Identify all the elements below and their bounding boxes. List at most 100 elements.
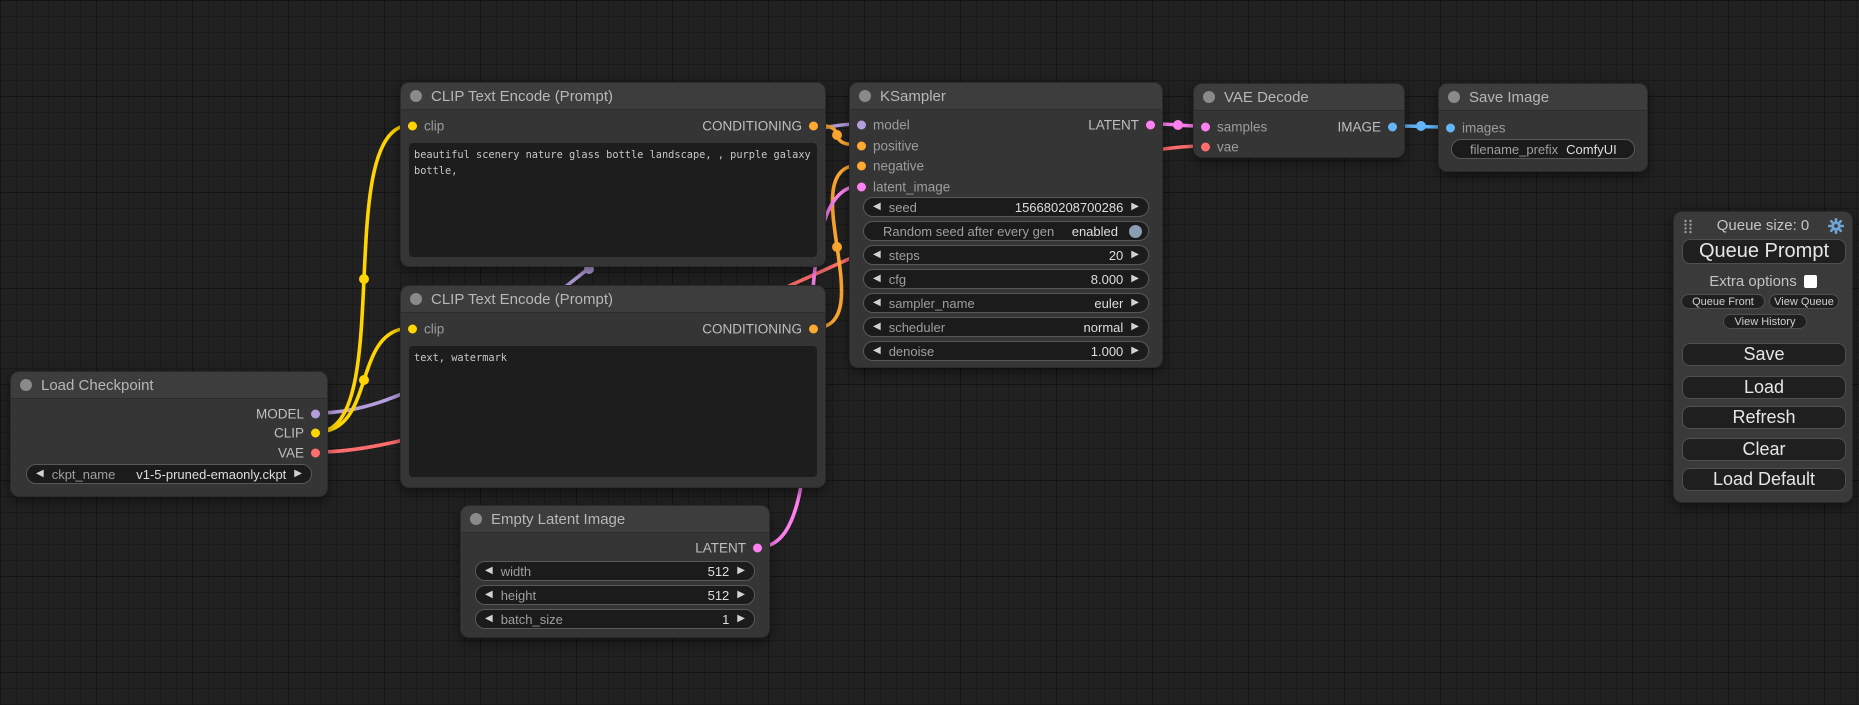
link-dot	[832, 242, 842, 252]
node-load-checkpoint[interactable]: Load Checkpoint MODEL CLIP VAE ◀ ckpt_na…	[10, 371, 328, 497]
widget-cfg[interactable]: ◀ cfg 8.000 ▶	[863, 269, 1149, 289]
widget-denoise[interactable]: ◀ denoise 1.000 ▶	[863, 341, 1149, 361]
arrow-right-icon[interactable]: ▶	[1131, 274, 1139, 284]
arrow-left-icon[interactable]: ◀	[873, 274, 881, 284]
widget-value: 20	[1109, 248, 1123, 263]
node-title-bar[interactable]: Empty Latent Image	[461, 506, 769, 533]
arrow-right-icon[interactable]: ▶	[737, 590, 745, 600]
port-dot-model[interactable]	[311, 410, 320, 419]
widget-scheduler[interactable]: ◀ scheduler normal ▶	[863, 317, 1149, 337]
arrow-left-icon[interactable]: ◀	[873, 346, 881, 356]
arrow-left-icon[interactable]: ◀	[873, 298, 881, 308]
node-title-bar[interactable]: KSampler	[850, 83, 1162, 110]
node-empty-latent-image[interactable]: Empty Latent Image LATENT ◀ width 512 ▶ …	[460, 505, 770, 638]
refresh-button[interactable]: Refresh	[1682, 406, 1846, 429]
node-title-bar[interactable]: CLIP Text Encode (Prompt)	[401, 83, 825, 110]
port-dot-clip[interactable]	[408, 325, 417, 334]
port-dot-model[interactable]	[857, 121, 866, 130]
arrow-right-icon[interactable]: ▶	[1131, 346, 1139, 356]
prompt-textarea[interactable]: text, watermark	[409, 346, 817, 477]
view-queue-button[interactable]: View Queue	[1769, 294, 1839, 309]
port-dot-conditioning[interactable]	[809, 122, 818, 131]
queue-prompt-button[interactable]: Queue Prompt	[1682, 239, 1846, 264]
arrow-right-icon[interactable]: ▶	[737, 614, 745, 624]
widget-value: enabled	[1072, 224, 1118, 239]
load-default-button[interactable]: Load Default	[1682, 468, 1846, 491]
widget-label: steps	[889, 248, 920, 263]
arrow-right-icon[interactable]: ▶	[1131, 202, 1139, 212]
arrow-left-icon[interactable]: ◀	[873, 322, 881, 332]
arrow-right-icon[interactable]: ▶	[1131, 298, 1139, 308]
node-clip-text-encode-negative[interactable]: CLIP Text Encode (Prompt) clip CONDITION…	[400, 285, 826, 488]
port-dot-latent[interactable]	[1146, 121, 1155, 130]
arrow-left-icon[interactable]: ◀	[873, 250, 881, 260]
port-dot-vae[interactable]	[311, 449, 320, 458]
link-dot	[1173, 120, 1183, 130]
widget-value: v1-5-pruned-emaonly.ckpt	[136, 467, 286, 482]
collapse-dot-icon[interactable]	[20, 379, 32, 391]
view-history-button[interactable]: View History	[1723, 314, 1807, 329]
collapse-dot-icon[interactable]	[410, 90, 422, 102]
collapse-dot-icon[interactable]	[470, 513, 482, 525]
widget-seed[interactable]: ◀ seed 156680208700286 ▶	[863, 197, 1149, 217]
arrow-right-icon[interactable]: ▶	[1131, 322, 1139, 332]
node-ksampler[interactable]: KSampler model positive negative latent_…	[849, 82, 1163, 368]
widget-width[interactable]: ◀ width 512 ▶	[475, 561, 755, 581]
port-dot-conditioning[interactable]	[857, 162, 866, 171]
widget-sampler-name[interactable]: ◀ sampler_name euler ▶	[863, 293, 1149, 313]
arrow-right-icon[interactable]: ▶	[294, 469, 302, 479]
node-title: CLIP Text Encode (Prompt)	[431, 291, 613, 308]
port-dot-latent[interactable]	[1201, 123, 1210, 132]
queue-front-button[interactable]: Queue Front	[1681, 294, 1765, 309]
load-button[interactable]: Load	[1682, 376, 1846, 399]
port-dot-latent[interactable]	[857, 183, 866, 192]
widget-batch-size[interactable]: ◀ batch_size 1 ▶	[475, 609, 755, 629]
node-title-bar[interactable]: VAE Decode	[1194, 84, 1404, 111]
port-dot-vae[interactable]	[1201, 143, 1210, 152]
widget-steps[interactable]: ◀ steps 20 ▶	[863, 245, 1149, 265]
port-dot-image[interactable]	[1388, 123, 1397, 132]
settings-gear-icon[interactable]	[1828, 218, 1844, 234]
output-image: IMAGE	[1337, 120, 1397, 135]
arrow-left-icon[interactable]: ◀	[873, 202, 881, 212]
port-dot-conditioning[interactable]	[857, 142, 866, 151]
arrow-right-icon[interactable]: ▶	[1131, 250, 1139, 260]
node-title-bar[interactable]: Load Checkpoint	[11, 372, 327, 399]
widget-height[interactable]: ◀ height 512 ▶	[475, 585, 755, 605]
save-button[interactable]: Save	[1682, 343, 1846, 366]
prompt-textarea[interactable]: beautiful scenery nature glass bottle la…	[409, 143, 817, 257]
arrow-left-icon[interactable]: ◀	[485, 614, 493, 624]
output-latent: LATENT	[1088, 118, 1155, 133]
toggle-dot-icon[interactable]	[1129, 225, 1142, 238]
node-canvas[interactable]: Load Checkpoint MODEL CLIP VAE ◀ ckpt_na…	[0, 0, 1859, 705]
widget-filename-prefix[interactable]: filename_prefix ComfyUI	[1451, 139, 1635, 159]
node-save-image[interactable]: Save Image images filename_prefix ComfyU…	[1438, 83, 1648, 172]
port-dot-clip[interactable]	[311, 429, 320, 438]
arrow-right-icon[interactable]: ▶	[737, 566, 745, 576]
collapse-dot-icon[interactable]	[1203, 91, 1215, 103]
port-dot-conditioning[interactable]	[809, 325, 818, 334]
collapse-dot-icon[interactable]	[859, 90, 871, 102]
node-clip-text-encode-positive[interactable]: CLIP Text Encode (Prompt) clip CONDITION…	[400, 82, 826, 267]
clear-button[interactable]: Clear	[1682, 438, 1846, 461]
node-title-bar[interactable]: CLIP Text Encode (Prompt)	[401, 286, 825, 313]
collapse-dot-icon[interactable]	[1448, 91, 1460, 103]
arrow-left-icon[interactable]: ◀	[36, 469, 44, 479]
node-title-bar[interactable]: Save Image	[1439, 84, 1647, 111]
input-clip: clip	[408, 119, 444, 134]
arrow-left-icon[interactable]: ◀	[485, 566, 493, 576]
node-vae-decode[interactable]: VAE Decode samples vae IMAGE	[1193, 83, 1405, 158]
node-title: Empty Latent Image	[491, 511, 625, 528]
extra-options-checkbox[interactable]	[1804, 275, 1817, 288]
widget-random-seed-toggle[interactable]: Random seed after every gen enabled	[863, 221, 1149, 241]
arrow-left-icon[interactable]: ◀	[485, 590, 493, 600]
input-label: clip	[424, 322, 444, 337]
input-label: images	[1462, 121, 1506, 136]
link-clip-positive	[317, 125, 411, 432]
collapse-dot-icon[interactable]	[410, 293, 422, 305]
output-clip: CLIP	[274, 426, 320, 441]
port-dot-clip[interactable]	[408, 122, 417, 131]
port-dot-latent[interactable]	[753, 544, 762, 553]
port-dot-image[interactable]	[1446, 124, 1455, 133]
widget-ckpt-name[interactable]: ◀ ckpt_name v1-5-pruned-emaonly.ckpt ▶	[26, 464, 312, 484]
